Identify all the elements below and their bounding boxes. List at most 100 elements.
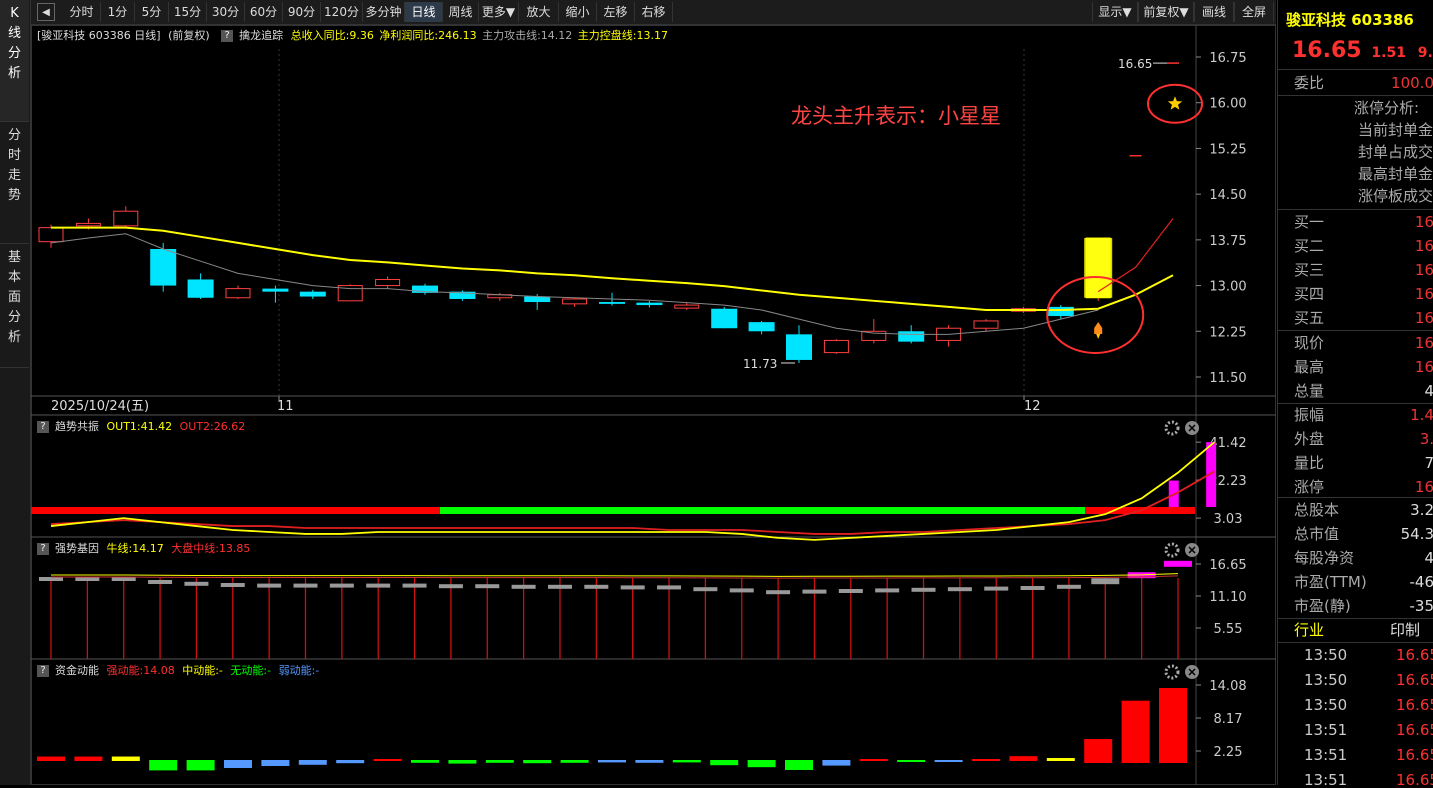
bid-row: 买二16	[1278, 234, 1433, 258]
trend-band-red	[31, 507, 440, 514]
tab-char: 分	[0, 308, 29, 328]
bid-row-label: 买二	[1294, 234, 1324, 258]
toolbar-item[interactable]: 放大	[519, 2, 559, 22]
stat-row: 市盈(静)-35	[1278, 594, 1433, 618]
wb-value: 100.0	[1391, 71, 1433, 95]
energy-bar	[635, 760, 663, 763]
toolbar-item[interactable]: 分时	[63, 2, 101, 22]
help-icon[interactable]: ?	[37, 543, 49, 555]
tick-row: 13:5016.65	[1278, 643, 1433, 668]
toolbar-item[interactable]: 30分	[207, 2, 245, 22]
toolbar-item[interactable]: 周线	[443, 2, 479, 22]
niu-line	[51, 574, 1178, 577]
y-tick-label: 8.17	[1214, 712, 1243, 727]
back-button[interactable]: ◀	[37, 3, 55, 21]
y-tick-label: 12.25	[1209, 325, 1246, 340]
stat-row: 总量4	[1278, 379, 1433, 403]
toolbar-item[interactable]: 日线	[405, 2, 443, 22]
toolbar-item[interactable]: 60分	[245, 2, 283, 22]
toolbar-item[interactable]: 5分	[135, 2, 169, 22]
energy-bar	[822, 760, 850, 766]
bid-row-label: 买五	[1294, 306, 1324, 330]
help-icon[interactable]: ?	[37, 665, 49, 677]
y-tick-label: 13.00	[1209, 280, 1246, 295]
tab-intraday-trend[interactable]: 分时走势	[0, 122, 29, 244]
stat-row: 振幅1.4	[1278, 403, 1433, 427]
toolbar-item[interactable]: 右移	[635, 2, 673, 22]
stat-row-value: -35	[1410, 594, 1433, 618]
toolbar-item[interactable]: 90分	[283, 2, 321, 22]
panel2-name[interactable]: 趋势共振	[55, 420, 99, 433]
gene-bar	[112, 577, 136, 581]
stats-volume: 振幅1.4外盘3.量比7涨停16	[1278, 403, 1433, 499]
mid-label: 中动能:-	[182, 664, 223, 677]
toolbar-item[interactable]: 缩小	[559, 2, 597, 22]
energy-bar	[1009, 756, 1037, 761]
indicator-name[interactable]: 擒龙追踪	[239, 29, 283, 42]
panel4-name[interactable]: 资金动能	[55, 664, 99, 677]
trend-band-green	[440, 507, 1085, 514]
tab-fundamental-analysis[interactable]: 基本面分析	[0, 244, 29, 368]
stat-row: 量比7	[1278, 451, 1433, 475]
industry-row[interactable]: 行业 印制	[1278, 618, 1433, 642]
gene-bar	[512, 585, 536, 589]
gene-bar	[330, 584, 354, 588]
gene-bar	[948, 587, 972, 591]
candle-body	[974, 321, 998, 328]
energy-bar	[112, 757, 140, 761]
candle-body	[599, 302, 625, 304]
panel3-name[interactable]: 强势基因	[55, 542, 99, 555]
tab-kline-analysis[interactable]: K线分析	[0, 0, 29, 122]
toolbar-right-item[interactable]: 全屏	[1234, 2, 1274, 22]
toolbar-item[interactable]: 多分钟	[363, 2, 405, 22]
toolbar-right-item[interactable]: 显示▼	[1092, 2, 1138, 22]
weak-label: 弱动能:-	[279, 664, 320, 677]
energy-bar	[1047, 758, 1075, 761]
gene-bar	[1091, 578, 1119, 584]
energy-bar	[411, 760, 439, 763]
candle-body	[262, 289, 288, 292]
main-panel-title: [骏亚科技 603386 日线] (前复权) ?擒龙追踪 总收入同比:9.36 …	[37, 27, 668, 45]
period-toolbar: ◀ 分时1分5分15分30分60分90分120分多分钟日线周线更多▼放大缩小左移右…	[31, 0, 1276, 25]
gene-bar	[293, 584, 317, 588]
tick-time: 13:50	[1304, 643, 1347, 668]
toolbar-item[interactable]: 1分	[101, 2, 135, 22]
tick-row: 13:5016.65	[1278, 693, 1433, 718]
bid-row: 买五 16	[1278, 306, 1433, 330]
energy-bar	[785, 760, 813, 770]
bid-row: 买四16	[1278, 282, 1433, 306]
bid-row-value: 16	[1415, 210, 1433, 234]
stock-label[interactable]: [骏亚科技 603386 日线]	[37, 29, 161, 42]
help-icon[interactable]: ?	[37, 421, 49, 433]
bid-row-value: 16	[1415, 306, 1433, 330]
stat-row: 市盈(TTM)-46	[1278, 570, 1433, 594]
toolbar-right-item[interactable]: 画线	[1194, 2, 1234, 22]
stat-row-value: 1.4	[1410, 403, 1433, 427]
analysis-line: 最高封单金	[1358, 162, 1433, 186]
energy-bar	[561, 760, 589, 763]
energy-bar	[710, 760, 738, 765]
candle-body	[898, 331, 924, 341]
tick-price: 16.65	[1396, 718, 1433, 743]
tick-price: 16.65	[1396, 668, 1433, 693]
toolbar-item[interactable]: 120分	[321, 2, 363, 22]
tick-price: 16.65	[1396, 743, 1433, 768]
quote-stock-code: 603386	[1351, 11, 1414, 29]
out2-label: OUT2:26.62	[180, 420, 246, 433]
gene-bar	[1021, 586, 1045, 590]
stat-row-label: 涨停	[1294, 475, 1324, 499]
none-label: 无动能:-	[230, 664, 271, 677]
help-icon[interactable]: ?	[221, 30, 233, 42]
stat-row: 每股净资4	[1278, 546, 1433, 570]
quote-stock-name: 骏亚科技	[1286, 11, 1346, 29]
toolbar-item[interactable]: 左移	[597, 2, 635, 22]
gene-bar	[548, 585, 572, 589]
y-tick-label: 13.75	[1209, 234, 1246, 249]
indicator-attack-line: 主力攻击线:14.12	[482, 29, 572, 42]
candle-body	[188, 279, 214, 297]
toolbar-right-item[interactable]: 前复权▼	[1138, 2, 1194, 22]
gene-bar	[1057, 585, 1081, 589]
toolbar-item[interactable]: 更多▼	[479, 2, 519, 22]
toolbar-item[interactable]: 15分	[169, 2, 207, 22]
gene-bar	[984, 587, 1008, 591]
